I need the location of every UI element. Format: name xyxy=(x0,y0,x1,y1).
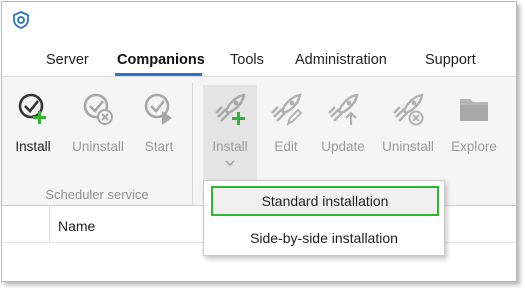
install-dropdown-menu: Standard installation Side-by-side insta… xyxy=(203,180,445,256)
scheduler-install-label: Install xyxy=(15,139,51,154)
menu-item-side-by-side-installation[interactable]: Side-by-side installation xyxy=(204,223,444,253)
companion-edit-label: Edit xyxy=(274,139,298,154)
clock-check-start-icon xyxy=(144,93,172,125)
scheduler-uninstall-label: Uninstall xyxy=(72,139,124,154)
scheduler-group-label: Scheduler service xyxy=(45,187,149,202)
scheduler-start-button[interactable]: Start xyxy=(132,85,186,163)
folder-icon xyxy=(460,99,488,121)
companion-explore-button[interactable]: Explore xyxy=(444,85,504,163)
scheduler-start-label: Start xyxy=(144,139,174,154)
chevron-down-icon xyxy=(225,160,235,166)
menu-support[interactable]: Support xyxy=(425,52,476,68)
companion-install-label: Install xyxy=(212,139,248,154)
companion-install-button[interactable]: Install xyxy=(203,85,257,183)
column-separator[interactable] xyxy=(49,206,50,242)
app-window: Server Companions Tools Administration S… xyxy=(1,1,517,282)
scheduler-install-button[interactable]: Install xyxy=(6,85,60,163)
column-header-name[interactable]: Name xyxy=(58,218,95,234)
scheduler-uninstall-button[interactable]: Uninstall xyxy=(66,85,130,163)
rocket-remove-icon xyxy=(393,93,424,126)
menu-item-standard-installation[interactable]: Standard installation xyxy=(211,186,439,216)
companion-uninstall-button[interactable]: Uninstall xyxy=(376,85,440,163)
main-menu-bar: Server Companions Tools Administration S… xyxy=(2,48,516,76)
rocket-add-icon xyxy=(215,93,246,125)
menu-companions[interactable]: Companions xyxy=(117,52,205,68)
rocket-update-icon xyxy=(328,93,359,125)
clock-check-add-icon xyxy=(18,93,46,124)
clock-check-remove-icon xyxy=(83,93,113,125)
companion-update-button[interactable]: Update xyxy=(316,85,370,163)
rocket-edit-icon xyxy=(271,93,303,127)
app-shield-logo-icon xyxy=(13,11,29,29)
menu-administration[interactable]: Administration xyxy=(295,52,387,68)
companion-explore-label: Explore xyxy=(451,139,497,154)
group-separator xyxy=(192,83,193,207)
companion-update-label: Update xyxy=(321,139,365,154)
menu-tools[interactable]: Tools xyxy=(230,52,264,68)
companion-edit-button[interactable]: Edit xyxy=(259,85,313,163)
companion-uninstall-label: Uninstall xyxy=(382,139,434,154)
menu-server[interactable]: Server xyxy=(46,52,89,68)
